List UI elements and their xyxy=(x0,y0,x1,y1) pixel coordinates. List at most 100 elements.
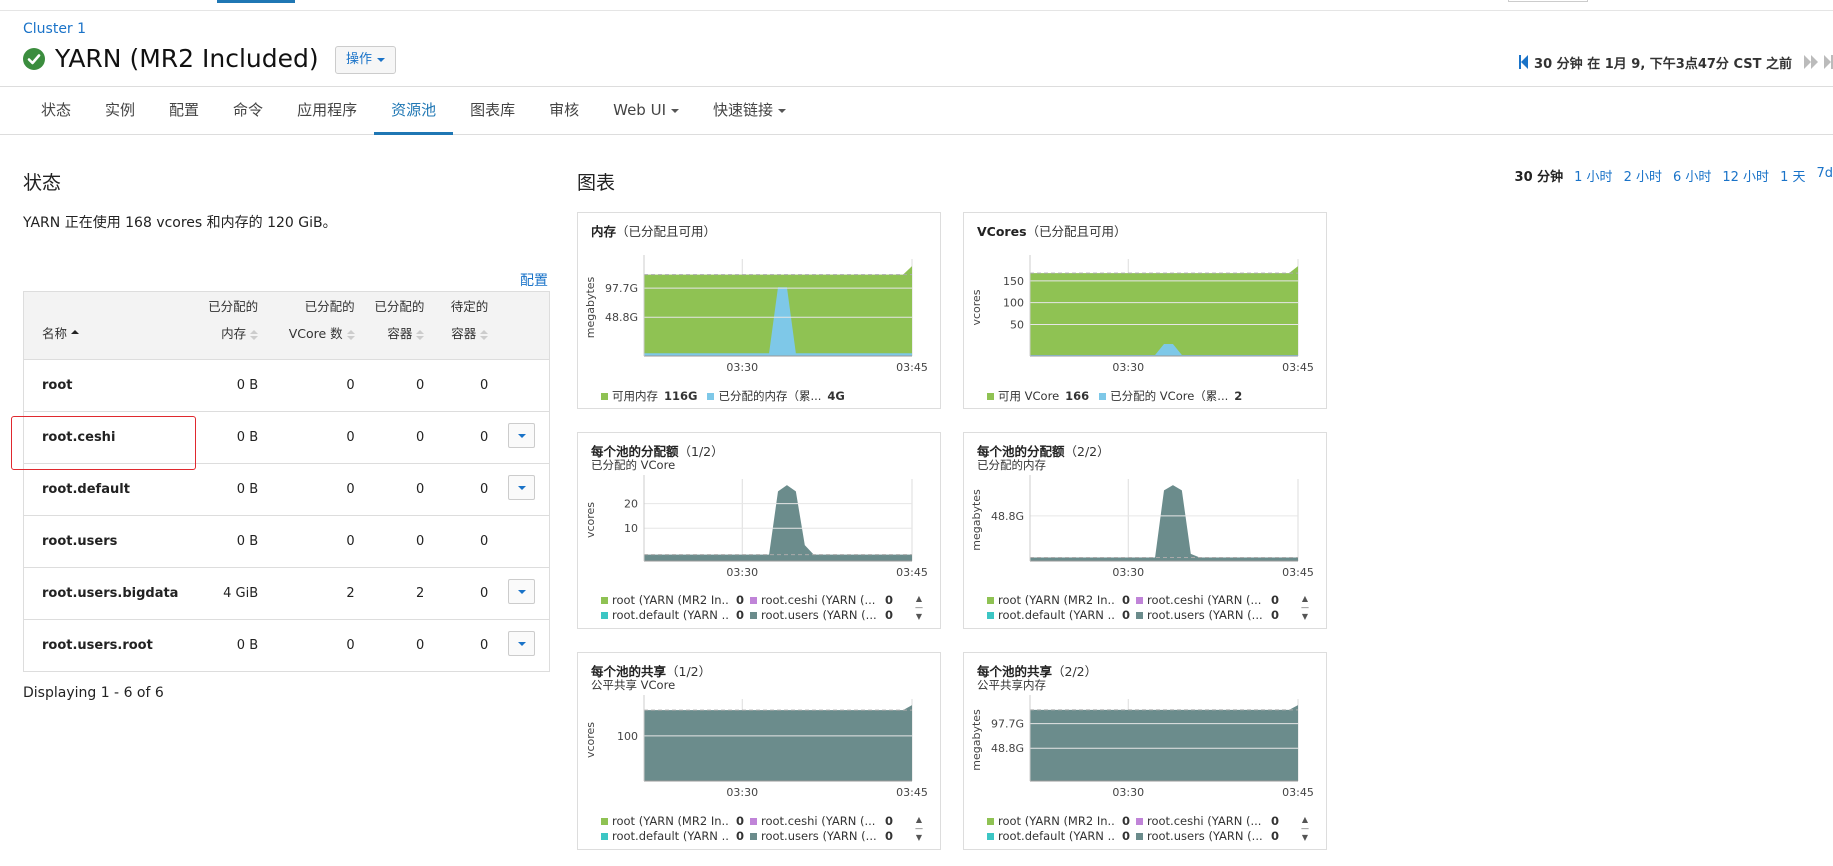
legend-label: root.users (YARN (... xyxy=(761,829,877,843)
time-range-option[interactable]: 6 小时 xyxy=(1673,166,1711,185)
legend-item[interactable]: root.default (YARN ... 0 xyxy=(987,608,1130,622)
row-actions-dropdown-button[interactable] xyxy=(508,423,536,448)
x-tick-label: 03:30 xyxy=(1112,566,1144,579)
tab-commands[interactable]: 命令 xyxy=(216,87,280,134)
legend-item[interactable]: root.ceshi (YARN (... 0 xyxy=(750,814,893,828)
chart-card[interactable]: 97.7G 48.8G 03:30 03:45 megabytes 内存（已分配且可用） 可… xyxy=(577,212,941,409)
legend-item[interactable]: root (YARN (MR2 In... 0 xyxy=(987,814,1130,828)
time-range-option[interactable]: 30 分钟 xyxy=(1515,166,1564,185)
chart-legend-row: root (YARN (MR2 In... 0 root.ceshi (YARN (… xyxy=(987,593,1285,607)
column-header-name[interactable]: 名称 xyxy=(23,291,185,360)
chevron-down-icon xyxy=(778,108,787,113)
column-header-vcores[interactable]: 已分配的 VCore 数 xyxy=(264,291,361,360)
time-range-option[interactable]: 1 天 xyxy=(1780,166,1805,185)
legend-item[interactable]: 可用内存 116G xyxy=(601,388,697,404)
legend-item[interactable]: root.users (YARN (... 0 xyxy=(750,829,893,843)
tab-configuration[interactable]: 配置 xyxy=(152,87,216,134)
legend-scroll-arrows-icon[interactable]: ▲ — ▼ xyxy=(1300,594,1310,621)
legend-item[interactable]: root.default (YARN ... 0 xyxy=(601,608,744,622)
allocated-memory-cell: 0 B xyxy=(184,359,265,412)
forward-icon[interactable] xyxy=(1804,55,1818,69)
tabs-bottom-border xyxy=(0,134,1833,135)
x-tick-label: 03:45 xyxy=(1282,361,1314,374)
actions-dropdown-button[interactable]: 操作 xyxy=(335,46,397,74)
legend-scroll-arrows-icon[interactable]: ▲ — ▼ xyxy=(914,594,924,621)
row-actions-dropdown-button[interactable] xyxy=(508,631,536,656)
allocated-vcores-cell: 2 xyxy=(264,567,361,620)
tab-audits[interactable]: 审核 xyxy=(532,87,596,134)
legend-item[interactable]: root (YARN (MR2 In... 0 xyxy=(601,814,744,828)
skip-forward-icon[interactable] xyxy=(1824,55,1833,69)
chart-card[interactable]: 100 03:30 03:45 vcores 每个池的共享（1/2） 公平共享 VCore… xyxy=(577,652,941,850)
legend-item[interactable]: root.default (YARN ... 0 xyxy=(987,829,1130,843)
x-tick-label: 03:45 xyxy=(1282,566,1314,579)
column-header-containers[interactable]: 已分配的 容器 xyxy=(360,291,431,360)
row-actions-dropdown-button[interactable] xyxy=(508,579,536,604)
allocated-vcores-cell: 0 xyxy=(264,515,361,568)
legend-scroll-arrows-icon[interactable]: ▲ — ▼ xyxy=(914,815,924,842)
column-label-line2: 内存 xyxy=(221,326,247,341)
allocated-containers-cell: 0 xyxy=(360,619,431,672)
legend-value: 0 xyxy=(884,829,893,843)
y-tick-label: 20 xyxy=(624,498,638,511)
chart-card[interactable]: 97.7G 48.8G 03:30 03:45 megabytes 每个池的共享（2/2）… xyxy=(963,652,1327,850)
legend-item[interactable]: root.ceshi (YARN (... 0 xyxy=(750,593,893,607)
legend-value: 0 xyxy=(1121,593,1130,607)
legend-item[interactable]: root (YARN (MR2 In... 0 xyxy=(601,593,744,607)
chart-card[interactable]: 48.8G 03:30 03:45 megabytes 每个池的分配额（2/2） 已分配的… xyxy=(963,432,1327,629)
time-range-option[interactable]: 1 小时 xyxy=(1574,166,1612,185)
sort-icon xyxy=(250,329,259,340)
time-range-option[interactable]: 2 小时 xyxy=(1624,166,1662,185)
legend-swatch xyxy=(601,817,608,825)
series-area xyxy=(644,485,912,561)
row-actions-dropdown-button[interactable] xyxy=(508,475,536,500)
tab-quick-links[interactable]: 快速链接 xyxy=(696,87,803,134)
tab-instances[interactable]: 实例 xyxy=(88,87,152,134)
rewind-icon[interactable] xyxy=(1519,55,1529,69)
legend-item[interactable]: root (YARN (MR2 In... 0 xyxy=(987,593,1130,607)
chart-title: 内存（已分配且可用） xyxy=(591,221,716,240)
legend-item[interactable]: 已分配的内存（累... 4G xyxy=(707,388,845,404)
chart-card[interactable]: 20 10 03:30 03:45 vcores 每个池的分配额（1/2） 已分配的 VCo… xyxy=(577,432,941,629)
legend-item[interactable]: root.users (YARN (... 0 xyxy=(1136,829,1279,843)
configure-link[interactable]: 配置 xyxy=(520,270,548,290)
top-control-edge[interactable] xyxy=(1508,0,1588,2)
chart-title-qualifier: （已分配且可用） xyxy=(1026,224,1127,239)
time-range-selector: 30 分钟 1 小时 2 小时 6 小时 12 小时 1 天 7d xyxy=(1515,166,1833,185)
column-header-pending[interactable]: 待定的 容器 xyxy=(430,291,495,360)
legend-item[interactable]: root.ceshi (YARN (... 0 xyxy=(1136,814,1279,828)
chart-plot: 97.7G 48.8G 03:30 03:45 megabytes xyxy=(584,255,928,374)
tab-web-ui[interactable]: Web UI xyxy=(596,87,696,134)
tab-applications[interactable]: 应用程序 xyxy=(280,87,374,134)
y-axis-label: megabytes xyxy=(970,709,983,771)
y-tick-label: 97.7G xyxy=(991,718,1024,731)
tab-status[interactable]: 状态 xyxy=(24,87,88,134)
legend-value: 4G xyxy=(827,389,845,403)
legend-swatch xyxy=(750,611,757,619)
pool-name-cell: root.users.root xyxy=(23,619,185,672)
column-label-line1: 已分配的 xyxy=(208,299,259,314)
legend-item[interactable]: root.users (YARN (... 0 xyxy=(1136,608,1279,622)
time-range-option[interactable]: 12 小时 xyxy=(1722,166,1769,185)
y-tick-label: 48.8G xyxy=(605,311,638,324)
column-header-memory[interactable]: 已分配的 内存 xyxy=(184,291,265,360)
legend-scroll-arrows-icon[interactable]: ▲ — ▼ xyxy=(1300,815,1310,842)
legend-label: root.users (YARN (... xyxy=(1147,829,1263,843)
pending-containers-cell: 0 xyxy=(430,411,495,464)
time-range-option[interactable]: 7d xyxy=(1816,166,1833,185)
legend-item[interactable]: root.users (YARN (... 0 xyxy=(750,608,893,622)
cluster-breadcrumb-link[interactable]: Cluster 1 xyxy=(23,21,86,37)
status-ok-icon xyxy=(23,48,45,70)
pool-name-cell: root.users.bigdata xyxy=(23,567,185,620)
tab-chart-library[interactable]: 图表库 xyxy=(453,87,532,134)
legend-item[interactable]: root.ceshi (YARN (... 0 xyxy=(1136,593,1279,607)
chart-title-qualifier: （2/2） xyxy=(1052,664,1098,679)
column-label-line1: 已分配的 xyxy=(304,299,355,314)
chart-card[interactable]: 150 100 50 03:30 03:45 vcores VCores（已分配且可用） 可用… xyxy=(963,212,1327,409)
legend-item[interactable]: 可用 VCore 166 xyxy=(987,388,1089,404)
legend-item[interactable]: root.default (YARN ... 0 xyxy=(601,829,744,843)
legend-item[interactable]: 已分配的 VCore（累... 2 xyxy=(1099,388,1242,404)
legend-swatch xyxy=(750,817,757,825)
tab-resource-pools[interactable]: 资源池 xyxy=(374,87,454,135)
legend-swatch xyxy=(601,611,608,619)
